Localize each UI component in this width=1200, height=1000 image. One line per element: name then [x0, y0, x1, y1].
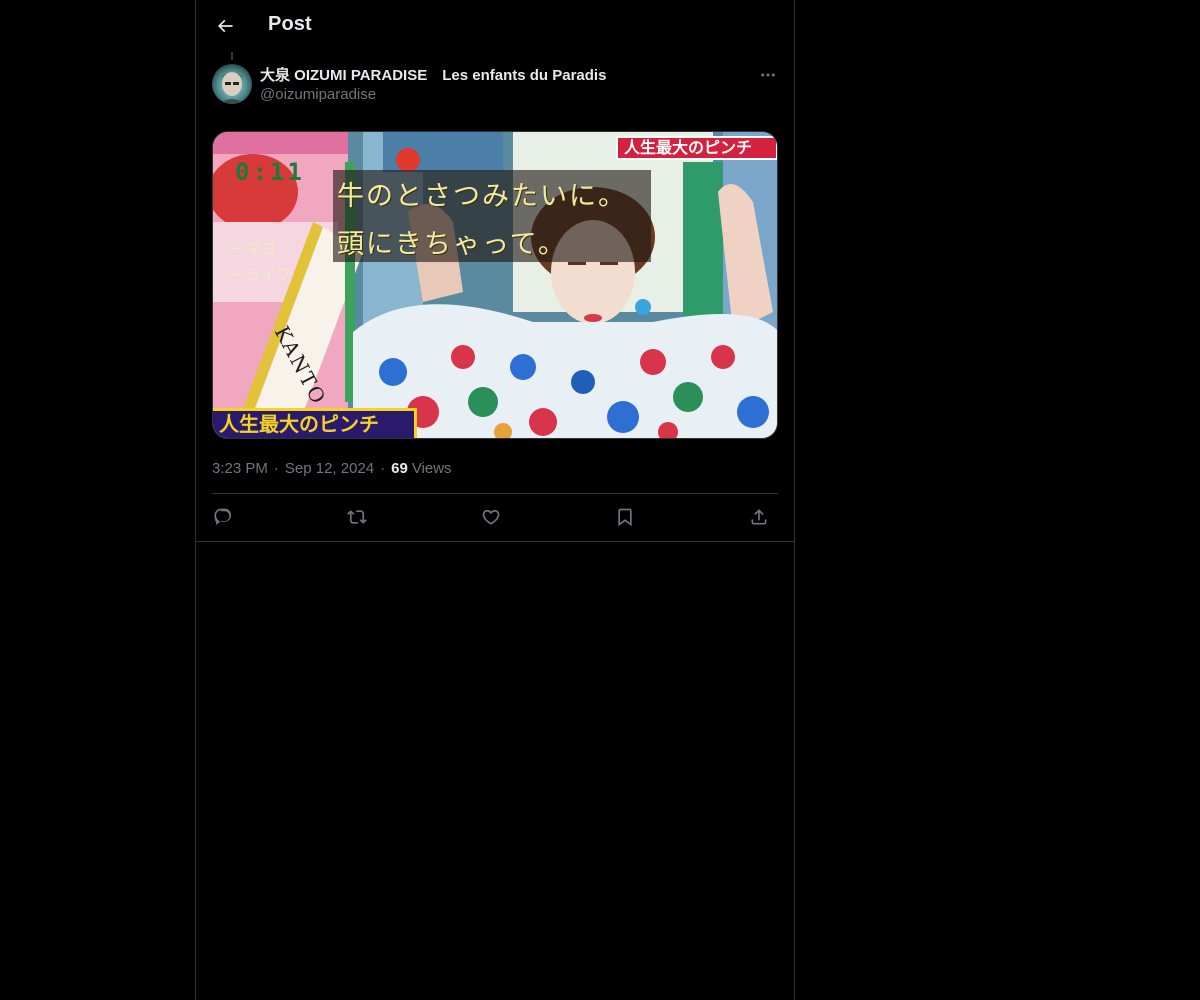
meta-separator: · [273, 459, 279, 477]
side-label-1: ーマヨ [231, 240, 277, 258]
arrow-left-icon [217, 19, 233, 33]
share-icon [751, 509, 767, 525]
thread-connector [231, 52, 233, 60]
author-name[interactable]: 大泉 OIZUMI PARADISE Les enfants du Paradi… [260, 64, 606, 85]
post-date[interactable]: Sep 12, 2024 [285, 460, 374, 477]
primary-column: Post 大泉 OIZUMI PARADISE Les enfants du P… [195, 0, 795, 1000]
post-meta: 3:23 PM · Sep 12, 2024 · 69 Views [212, 458, 452, 478]
top-bar: Post [196, 0, 794, 53]
ellipsis-icon [761, 73, 775, 77]
share-button[interactable] [744, 502, 774, 532]
author-handle[interactable]: @oizumiparadise [260, 86, 376, 103]
caption-line-1: 牛のとさつみたいに。 [337, 181, 627, 212]
divider [212, 493, 778, 494]
repost-button[interactable] [342, 502, 372, 532]
bookmark-icon [618, 508, 632, 527]
banner-top: 人生最大のピンチ [616, 136, 777, 160]
page-title: Post [268, 13, 312, 35]
video-timer: 0:11 [235, 158, 305, 186]
repost-icon [347, 510, 367, 524]
views-label: Views [411, 459, 452, 477]
bookmark-button[interactable] [610, 502, 640, 532]
post-time[interactable]: 3:23 PM [212, 460, 268, 477]
back-button[interactable] [208, 9, 242, 43]
banner-bottom: 人生最大のピンチ [213, 408, 417, 438]
caption-line-2: 頭にきちゃって。 [337, 229, 567, 260]
post-video[interactable]: 0:11 ーマヨ ーライフ KANTO 牛のとさつみたいに。 頭にきちゃって。 … [212, 131, 778, 439]
more-options-button[interactable] [754, 64, 782, 86]
heart-icon [482, 509, 500, 525]
like-button[interactable] [476, 502, 506, 532]
reply-icon [214, 508, 232, 526]
meta-separator: · [380, 459, 386, 477]
action-bar [212, 502, 778, 532]
views-count: 69 [391, 459, 408, 477]
avatar[interactable] [212, 64, 252, 104]
side-label-2: ーライフ [231, 266, 292, 284]
reply-button[interactable] [208, 502, 238, 532]
post-bottom-border [196, 541, 794, 542]
